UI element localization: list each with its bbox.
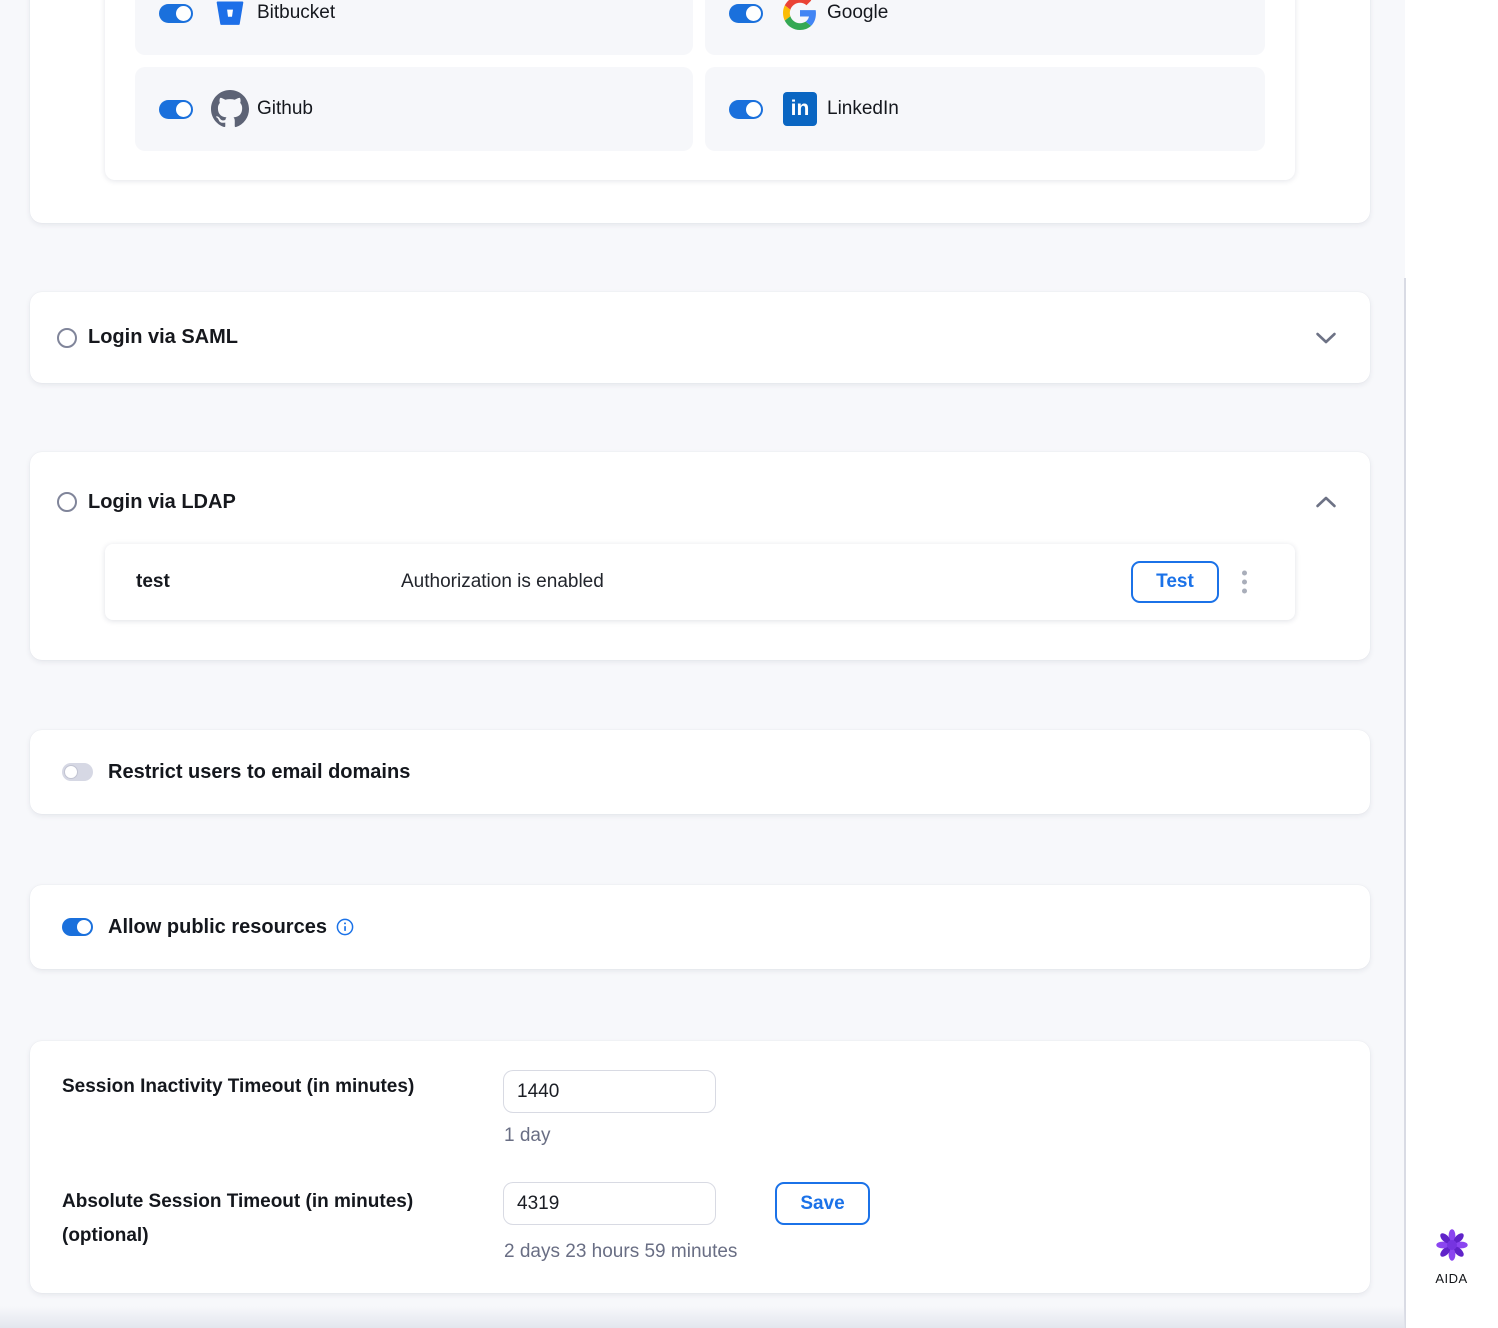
inactivity-timeout-label: Session Inactivity Timeout (in minutes): [62, 1070, 414, 1104]
chevron-down-icon[interactable]: [1315, 331, 1337, 345]
toggle-knob: [64, 765, 78, 779]
provider-label: Github: [257, 98, 313, 120]
provider-label: Bitbucket: [257, 2, 335, 24]
public-resources-card: Allow public resources: [30, 885, 1370, 969]
provider-label: Google: [827, 2, 888, 24]
toggle-knob: [176, 102, 191, 117]
social-providers-card: Bitbucket Google Github in LinkedIn: [30, 0, 1370, 223]
toggle-knob: [746, 6, 761, 21]
restrict-domains-card: Restrict users to email domains: [30, 730, 1370, 814]
ldap-section-title: Login via LDAP: [88, 491, 236, 514]
bitbucket-toggle[interactable]: [159, 4, 193, 23]
save-button[interactable]: Save: [775, 1182, 870, 1225]
auth-settings-page: Bitbucket Google Github in LinkedIn: [0, 0, 1498, 1328]
linkedin-toggle[interactable]: [729, 100, 763, 119]
absolute-timeout-input[interactable]: [503, 1182, 716, 1225]
saml-section-header[interactable]: Login via SAML: [30, 292, 1370, 383]
bottom-fade: [0, 1306, 1405, 1328]
linkedin-icon: in: [781, 90, 819, 128]
public-resources-toggle[interactable]: [62, 918, 93, 936]
aida-label: AIDA: [1405, 1271, 1498, 1286]
absolute-timeout-label-line1: Absolute Session Timeout (in minutes): [62, 1185, 413, 1219]
ldap-connection-status: Authorization is enabled: [401, 571, 604, 593]
toggle-knob: [176, 6, 191, 21]
saml-section-card: Login via SAML: [30, 292, 1370, 383]
saml-section-title: Login via SAML: [88, 326, 238, 349]
test-button[interactable]: Test: [1131, 561, 1219, 603]
inactivity-timeout-input[interactable]: [503, 1070, 716, 1113]
absolute-timeout-label: Absolute Session Timeout (in minutes) (o…: [30, 1185, 413, 1253]
ldap-radio[interactable]: [57, 492, 77, 512]
ldap-section-card: Login via LDAP test Authorization is ena…: [30, 452, 1370, 660]
google-icon: [781, 0, 819, 32]
info-icon[interactable]: [336, 918, 354, 936]
github-icon: [211, 90, 249, 128]
aida-flower-icon: [1435, 1228, 1469, 1262]
bitbucket-icon: [211, 0, 249, 32]
absolute-timeout-hint: 2 days 23 hours 59 minutes: [504, 1241, 737, 1263]
absolute-timeout-label-line2: (optional): [62, 1219, 413, 1253]
provider-label: LinkedIn: [827, 98, 899, 120]
aida-assistant-button[interactable]: AIDA: [1405, 1228, 1498, 1286]
ldap-section-header[interactable]: Login via LDAP: [30, 452, 1370, 552]
google-toggle[interactable]: [729, 4, 763, 23]
session-settings-card: Session Inactivity Timeout (in minutes) …: [30, 1041, 1370, 1293]
public-resources-label: Allow public resources: [108, 916, 327, 939]
rail-divider: [1404, 278, 1406, 1328]
ldap-connection-name: test: [136, 571, 401, 593]
provider-tile-bitbucket: Bitbucket: [135, 0, 693, 55]
github-toggle[interactable]: [159, 100, 193, 119]
ldap-connection-row: test Authorization is enabled Test: [105, 544, 1295, 620]
kebab-menu-icon[interactable]: [1238, 567, 1251, 598]
provider-tile-github: Github: [135, 67, 693, 151]
chevron-up-icon[interactable]: [1315, 495, 1337, 509]
provider-tile-google: Google: [705, 0, 1265, 55]
social-providers-panel: Bitbucket Google Github in LinkedIn: [105, 0, 1295, 180]
restrict-domains-label: Restrict users to email domains: [108, 761, 410, 784]
inactivity-timeout-hint: 1 day: [504, 1125, 550, 1147]
toggle-knob: [746, 102, 761, 117]
restrict-domains-toggle[interactable]: [62, 763, 93, 781]
provider-tile-linkedin: in LinkedIn: [705, 67, 1265, 151]
saml-radio[interactable]: [57, 328, 77, 348]
toggle-knob: [77, 920, 91, 934]
right-rail: [1405, 0, 1498, 1328]
